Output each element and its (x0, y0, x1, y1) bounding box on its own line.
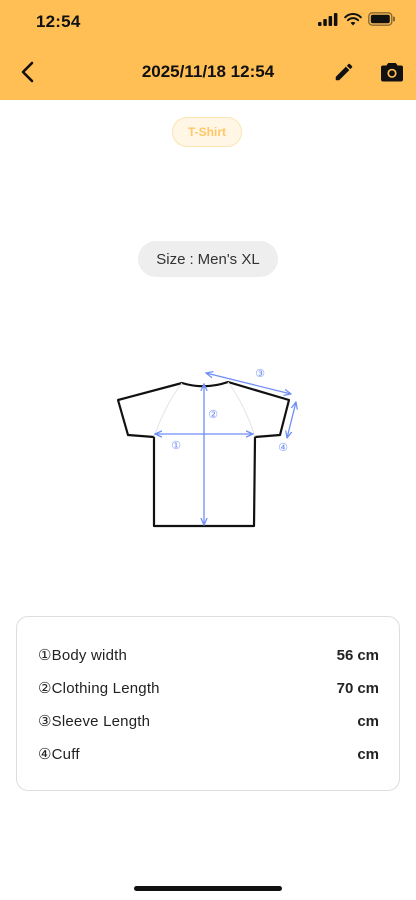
status-bar: 12:54 (0, 0, 416, 44)
measurement-row-sleeve-length: ③Sleeve Length cm (38, 709, 379, 733)
size-value: Men's XL (197, 250, 260, 268)
status-time: 12:54 (36, 12, 81, 31)
measurement-row-clothing-length: ②Clothing Length 70 cm (38, 676, 379, 700)
size-chip: Size : Men's XL (138, 241, 278, 277)
marker-sleeve-length: ③ (255, 368, 265, 380)
measurement-label: ④Cuff (38, 746, 80, 763)
measurements-card: ①Body width 56 cm ②Clothing Length 70 cm ③… (16, 616, 400, 791)
nav-bar: 2025/11/18 12:54 (0, 44, 416, 100)
tshirt-diagram: ① ② ③ ④ (110, 360, 310, 535)
marker-length: ② (208, 409, 218, 421)
measurement-unit: cm (357, 679, 379, 697)
marker-cuff: ④ (278, 442, 288, 454)
cuff-arrow (287, 402, 296, 438)
measurement-unit: cm (357, 646, 379, 664)
camera-icon (381, 63, 403, 82)
header: 12:54 2025/11/18 12:54 (0, 0, 416, 100)
edit-button[interactable] (330, 58, 358, 86)
measurement-value: cm (357, 746, 379, 763)
measurement-unit: cm (357, 745, 379, 763)
measurement-row-cuff: ④Cuff cm (38, 742, 379, 766)
measurement-number: 56 (336, 646, 354, 664)
measurement-unit: cm (357, 712, 379, 730)
pencil-icon (335, 63, 353, 81)
measurement-label: ③Sleeve Length (38, 713, 151, 730)
battery-icon (368, 12, 396, 31)
measurement-value: 70 cm (337, 680, 379, 697)
measurement-row-body-width: ①Body width 56 cm (38, 643, 379, 667)
home-indicator[interactable] (134, 886, 282, 891)
marker-body-width: ① (171, 440, 181, 452)
wifi-icon (344, 12, 362, 31)
measurement-label: ②Clothing Length (38, 680, 160, 697)
measurement-number: 70 (336, 679, 354, 697)
camera-button[interactable] (378, 58, 406, 86)
measurement-label: ①Body width (38, 647, 128, 664)
category-badge: T-Shirt (172, 117, 242, 147)
screen: 12:54 2025/11/18 12:54 T-Shirt Size: Me… (0, 0, 416, 900)
size-label: Size (156, 250, 186, 268)
measurement-value: cm (357, 713, 379, 730)
size-separator: : (189, 250, 194, 268)
measurement-value: 56 cm (337, 647, 379, 664)
status-icons (318, 12, 396, 31)
signal-icon (318, 12, 338, 31)
